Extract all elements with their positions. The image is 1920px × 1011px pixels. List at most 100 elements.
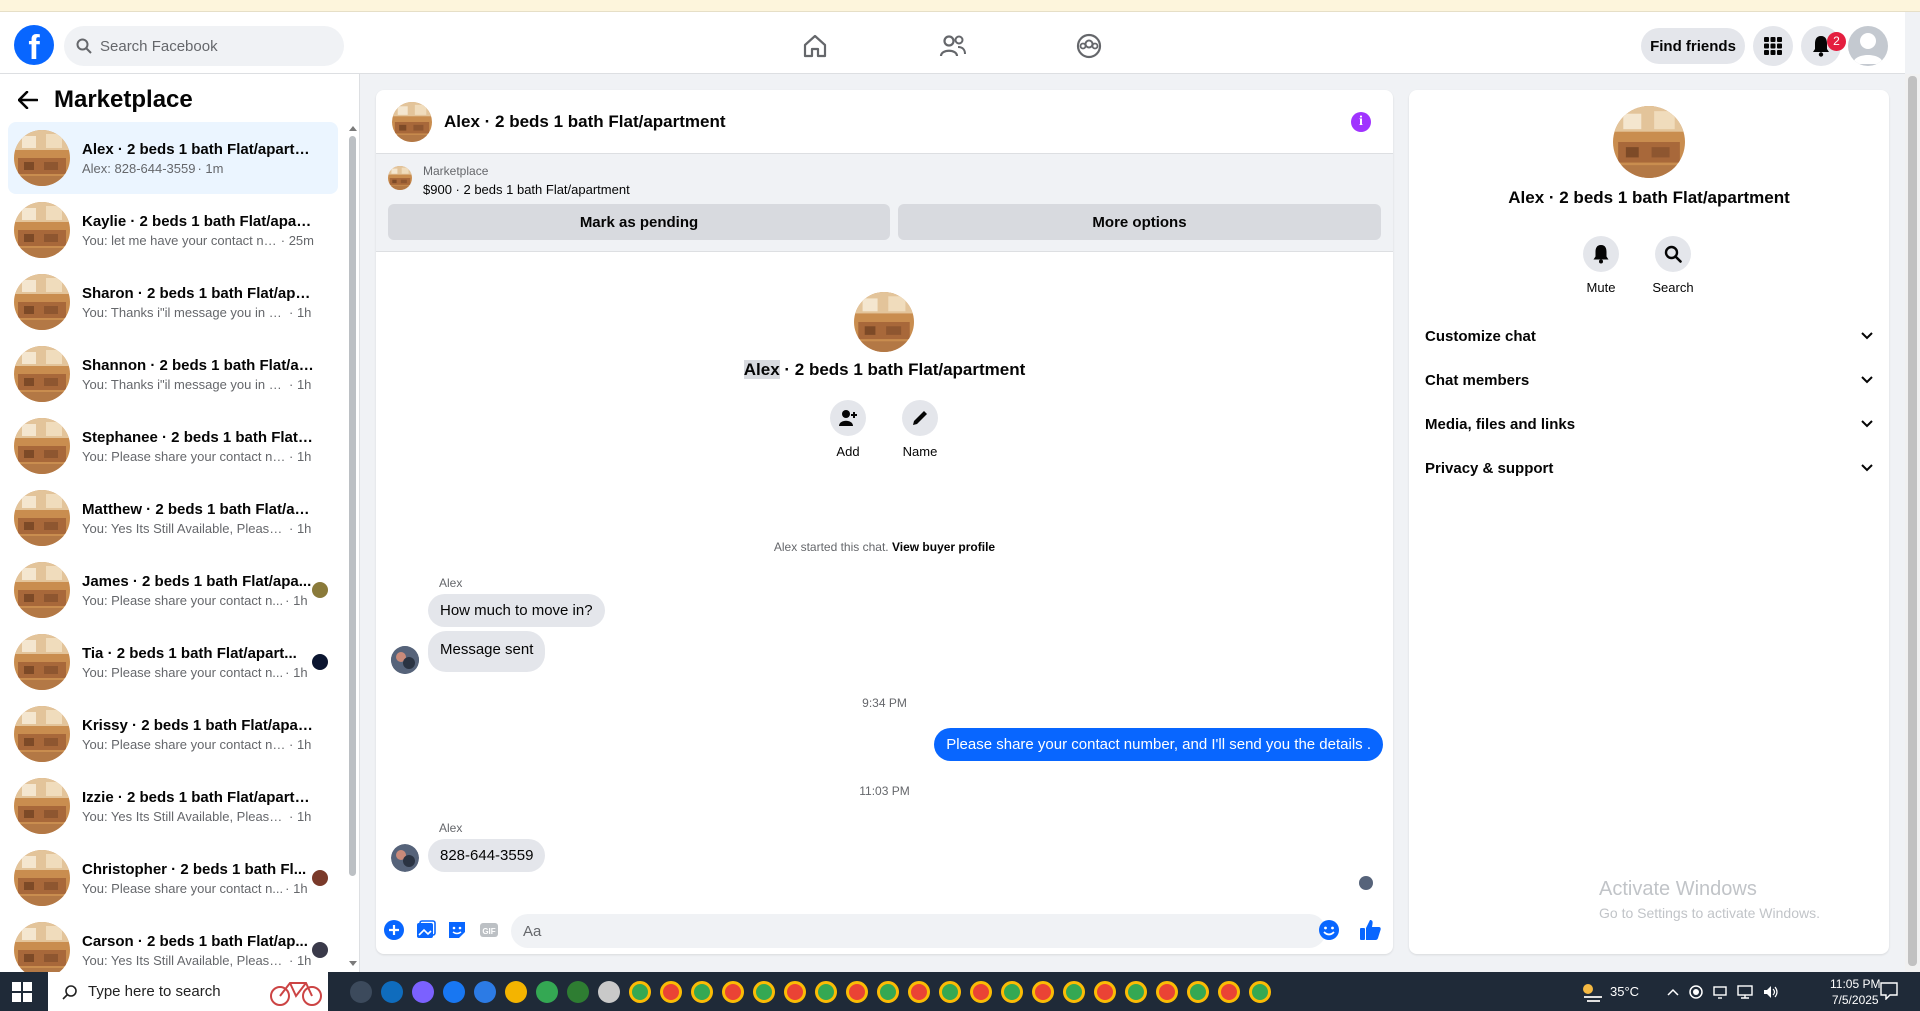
- listing-thumbnail[interactable]: [392, 101, 432, 142]
- name-chat-action[interactable]: Name: [890, 400, 950, 459]
- taskbar-clock[interactable]: 11:05 PM 7/5/2025: [1830, 976, 1880, 1008]
- taskbar-app-icon[interactable]: [567, 981, 589, 1003]
- taskbar-app-icon[interactable]: [350, 981, 372, 1003]
- like-thumbs-up-icon[interactable]: [1358, 918, 1382, 942]
- search-facebook-input[interactable]: Search Facebook: [64, 26, 344, 66]
- conversation-item[interactable]: Tia · 2 beds 1 bath Flat/apart... You: Pl…: [8, 626, 338, 698]
- conversation-item[interactable]: Christopher · 2 beds 1 bath Fl... You: Pl…: [8, 842, 338, 914]
- taskbar-app-icon[interactable]: [412, 981, 434, 1003]
- taskbar-app-icon[interactable]: [443, 981, 465, 1003]
- media-files-links-section[interactable]: Media, files and links: [1425, 404, 1873, 444]
- taskbar-app-icon[interactable]: [846, 981, 868, 1003]
- page-scrollbar[interactable]: [1905, 74, 1920, 972]
- taskbar-app-icon[interactable]: [505, 981, 527, 1003]
- info-icon[interactable]: i: [1351, 112, 1371, 132]
- sticker-icon[interactable]: [447, 920, 467, 940]
- taskbar-app-icon[interactable]: [815, 981, 837, 1003]
- conversation-item[interactable]: James · 2 beds 1 bath Flat/apa... You: Pl…: [8, 554, 338, 626]
- taskbar-app-icon[interactable]: [908, 981, 930, 1003]
- conversation-item[interactable]: Matthew · 2 beds 1 bath Flat/ap... You: Y…: [8, 482, 338, 554]
- conversation-time: · 1h: [289, 736, 312, 752]
- chat-members-section[interactable]: Chat members: [1425, 360, 1873, 400]
- display-icon[interactable]: [1713, 985, 1727, 999]
- facebook-logo-icon[interactable]: f: [14, 25, 54, 65]
- windows-taskbar: Type here to search 35°C 11:05 PM 7/5/20…: [0, 972, 1920, 1011]
- taskbar-app-icon[interactable]: [722, 981, 744, 1003]
- conversation-item[interactable]: Krissy · 2 beds 1 bath Flat/apart... You:…: [8, 698, 338, 770]
- taskbar-app-icon[interactable]: [629, 981, 651, 1003]
- record-icon[interactable]: [1689, 984, 1703, 999]
- taskbar-app-icon[interactable]: [1001, 981, 1023, 1003]
- taskbar-app-icon[interactable]: [598, 981, 620, 1003]
- emoji-icon[interactable]: [1318, 919, 1340, 941]
- conversation-item[interactable]: Stephanee · 2 beds 1 bath Flat/a... You: …: [8, 410, 338, 482]
- notification-badge: 2: [1827, 32, 1846, 51]
- profile-avatar[interactable]: [1848, 26, 1888, 66]
- sidebar-scrollbar[interactable]: [347, 122, 357, 970]
- conversation-last-message: You: Please share your contact num...: [82, 736, 287, 752]
- temperature[interactable]: 35°C: [1610, 984, 1639, 999]
- photo-icon[interactable]: [416, 920, 436, 940]
- chat-center-name: Alex · 2 beds 1 bath Flat/apartment: [743, 360, 1026, 379]
- more-options-button[interactable]: More options: [898, 204, 1381, 240]
- taskbar-app-icon[interactable]: [1094, 981, 1116, 1003]
- message-bubble-incoming[interactable]: 828-644-3559: [428, 839, 546, 872]
- conversation-item[interactable]: Alex · 2 beds 1 bath Flat/apartm... Alex:…: [8, 122, 338, 194]
- taskbar-search-box[interactable]: Type here to search: [48, 972, 328, 1011]
- taskbar-app-icon[interactable]: [939, 981, 961, 1003]
- volume-icon[interactable]: [1763, 985, 1779, 999]
- customize-chat-section[interactable]: Customize chat: [1425, 316, 1873, 356]
- taskbar-app-icon[interactable]: [784, 981, 806, 1003]
- taskbar-app-icon[interactable]: [660, 981, 682, 1003]
- conversation-item[interactable]: Kaylie · 2 beds 1 bath Flat/apart... You:…: [8, 194, 338, 266]
- add-member-action[interactable]: Add: [818, 400, 878, 459]
- page-scroll-thumb[interactable]: [1908, 76, 1917, 966]
- friends-icon[interactable]: [937, 30, 969, 62]
- conversation-time: · 1h: [289, 376, 312, 392]
- windows-start-icon[interactable]: [12, 982, 32, 1002]
- taskbar-app-icon[interactable]: [691, 981, 713, 1003]
- taskbar-app-icon[interactable]: [877, 981, 899, 1003]
- search-chat-action[interactable]: Search: [1643, 236, 1703, 295]
- sender-avatar[interactable]: [391, 844, 419, 872]
- taskbar-app-icon[interactable]: [1187, 981, 1209, 1003]
- groups-icon[interactable]: [1073, 30, 1105, 62]
- privacy-support-section[interactable]: Privacy & support: [1425, 448, 1873, 488]
- message-bubble-incoming[interactable]: Message sent: [428, 631, 546, 672]
- taskbar-app-icon[interactable]: [536, 981, 558, 1003]
- sidebar-scroll-thumb[interactable]: [349, 136, 356, 876]
- taskbar-app-icon[interactable]: [1218, 981, 1240, 1003]
- chat-center-avatar: [854, 292, 914, 352]
- message-bubble-outgoing[interactable]: Please share your contact number, and I'…: [934, 728, 1383, 761]
- plus-circle-icon[interactable]: [384, 920, 404, 940]
- back-arrow-icon[interactable]: [18, 91, 38, 109]
- conversation-item[interactable]: Sharon · 2 beds 1 bath Flat/apart... You:…: [8, 266, 338, 338]
- taskbar-app-icon[interactable]: [753, 981, 775, 1003]
- taskbar-app-icon[interactable]: [1032, 981, 1054, 1003]
- network-icon[interactable]: [1737, 984, 1753, 999]
- mark-as-pending-button[interactable]: Mark as pending: [388, 204, 890, 240]
- view-buyer-profile-link[interactable]: View buyer profile: [892, 540, 995, 554]
- taskbar-app-icon[interactable]: [970, 981, 992, 1003]
- taskbar-app-icon[interactable]: [1063, 981, 1085, 1003]
- gif-icon[interactable]: GIF: [479, 920, 499, 940]
- chevron-up-icon[interactable]: [1667, 988, 1679, 996]
- conversation-item[interactable]: Izzie · 2 beds 1 bath Flat/apartm... You:…: [8, 770, 338, 842]
- taskbar-app-icon[interactable]: [474, 981, 496, 1003]
- taskbar-app-icon[interactable]: [1125, 981, 1147, 1003]
- message-composer: GIF Aa: [376, 908, 1393, 952]
- sender-avatar[interactable]: [391, 646, 419, 674]
- conversation-item[interactable]: Shannon · 2 beds 1 bath Flat/ap... You: T…: [8, 338, 338, 410]
- message-bubble-incoming[interactable]: How much to move in?: [428, 594, 605, 627]
- menu-grid-icon[interactable]: [1753, 26, 1793, 66]
- find-friends-button[interactable]: Find friends: [1641, 28, 1745, 64]
- conversation-time: · 1h: [285, 880, 308, 896]
- taskbar-app-icon[interactable]: [1156, 981, 1178, 1003]
- mute-action[interactable]: Mute: [1571, 236, 1631, 295]
- taskbar-app-icon[interactable]: [1249, 981, 1271, 1003]
- message-input[interactable]: Aa: [511, 914, 1326, 948]
- home-icon[interactable]: [799, 30, 831, 62]
- taskbar-app-icon[interactable]: [381, 981, 403, 1003]
- notifications-center-icon[interactable]: [1880, 982, 1898, 1000]
- conversation-item[interactable]: Carson · 2 beds 1 bath Flat/ap... You: Ye…: [8, 914, 338, 972]
